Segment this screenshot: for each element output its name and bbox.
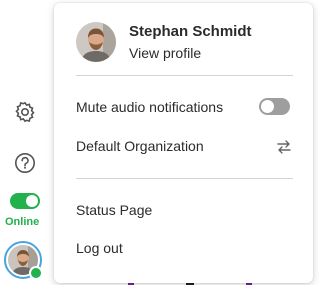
user-avatar-button[interactable] bbox=[4, 241, 43, 280]
divider bbox=[76, 75, 293, 76]
online-status-toggle[interactable] bbox=[10, 193, 40, 209]
status-page-link[interactable]: Status Page bbox=[76, 202, 152, 218]
toggle-knob bbox=[26, 195, 38, 207]
profile-menu-popup: Stephan Schmidt View profile Mute audio … bbox=[54, 3, 313, 283]
default-organization-item[interactable]: Default Organization bbox=[76, 138, 204, 154]
question-circle-icon[interactable] bbox=[12, 150, 38, 176]
left-rail: Online bbox=[0, 0, 52, 285]
mute-audio-notifications-item: Mute audio notifications bbox=[76, 99, 224, 115]
profile-avatar bbox=[76, 22, 116, 62]
logout-button[interactable]: Log out bbox=[76, 240, 123, 256]
gear-icon[interactable] bbox=[12, 99, 38, 125]
view-profile-link[interactable]: View profile bbox=[129, 45, 201, 61]
online-status-label: Online bbox=[5, 216, 40, 228]
online-status-dot bbox=[29, 266, 43, 280]
switch-arrows-icon[interactable] bbox=[276, 139, 292, 155]
divider bbox=[76, 178, 293, 179]
profile-name: Stephan Schmidt bbox=[129, 23, 252, 40]
toggle-knob bbox=[261, 100, 274, 113]
mute-audio-toggle[interactable] bbox=[259, 98, 290, 115]
